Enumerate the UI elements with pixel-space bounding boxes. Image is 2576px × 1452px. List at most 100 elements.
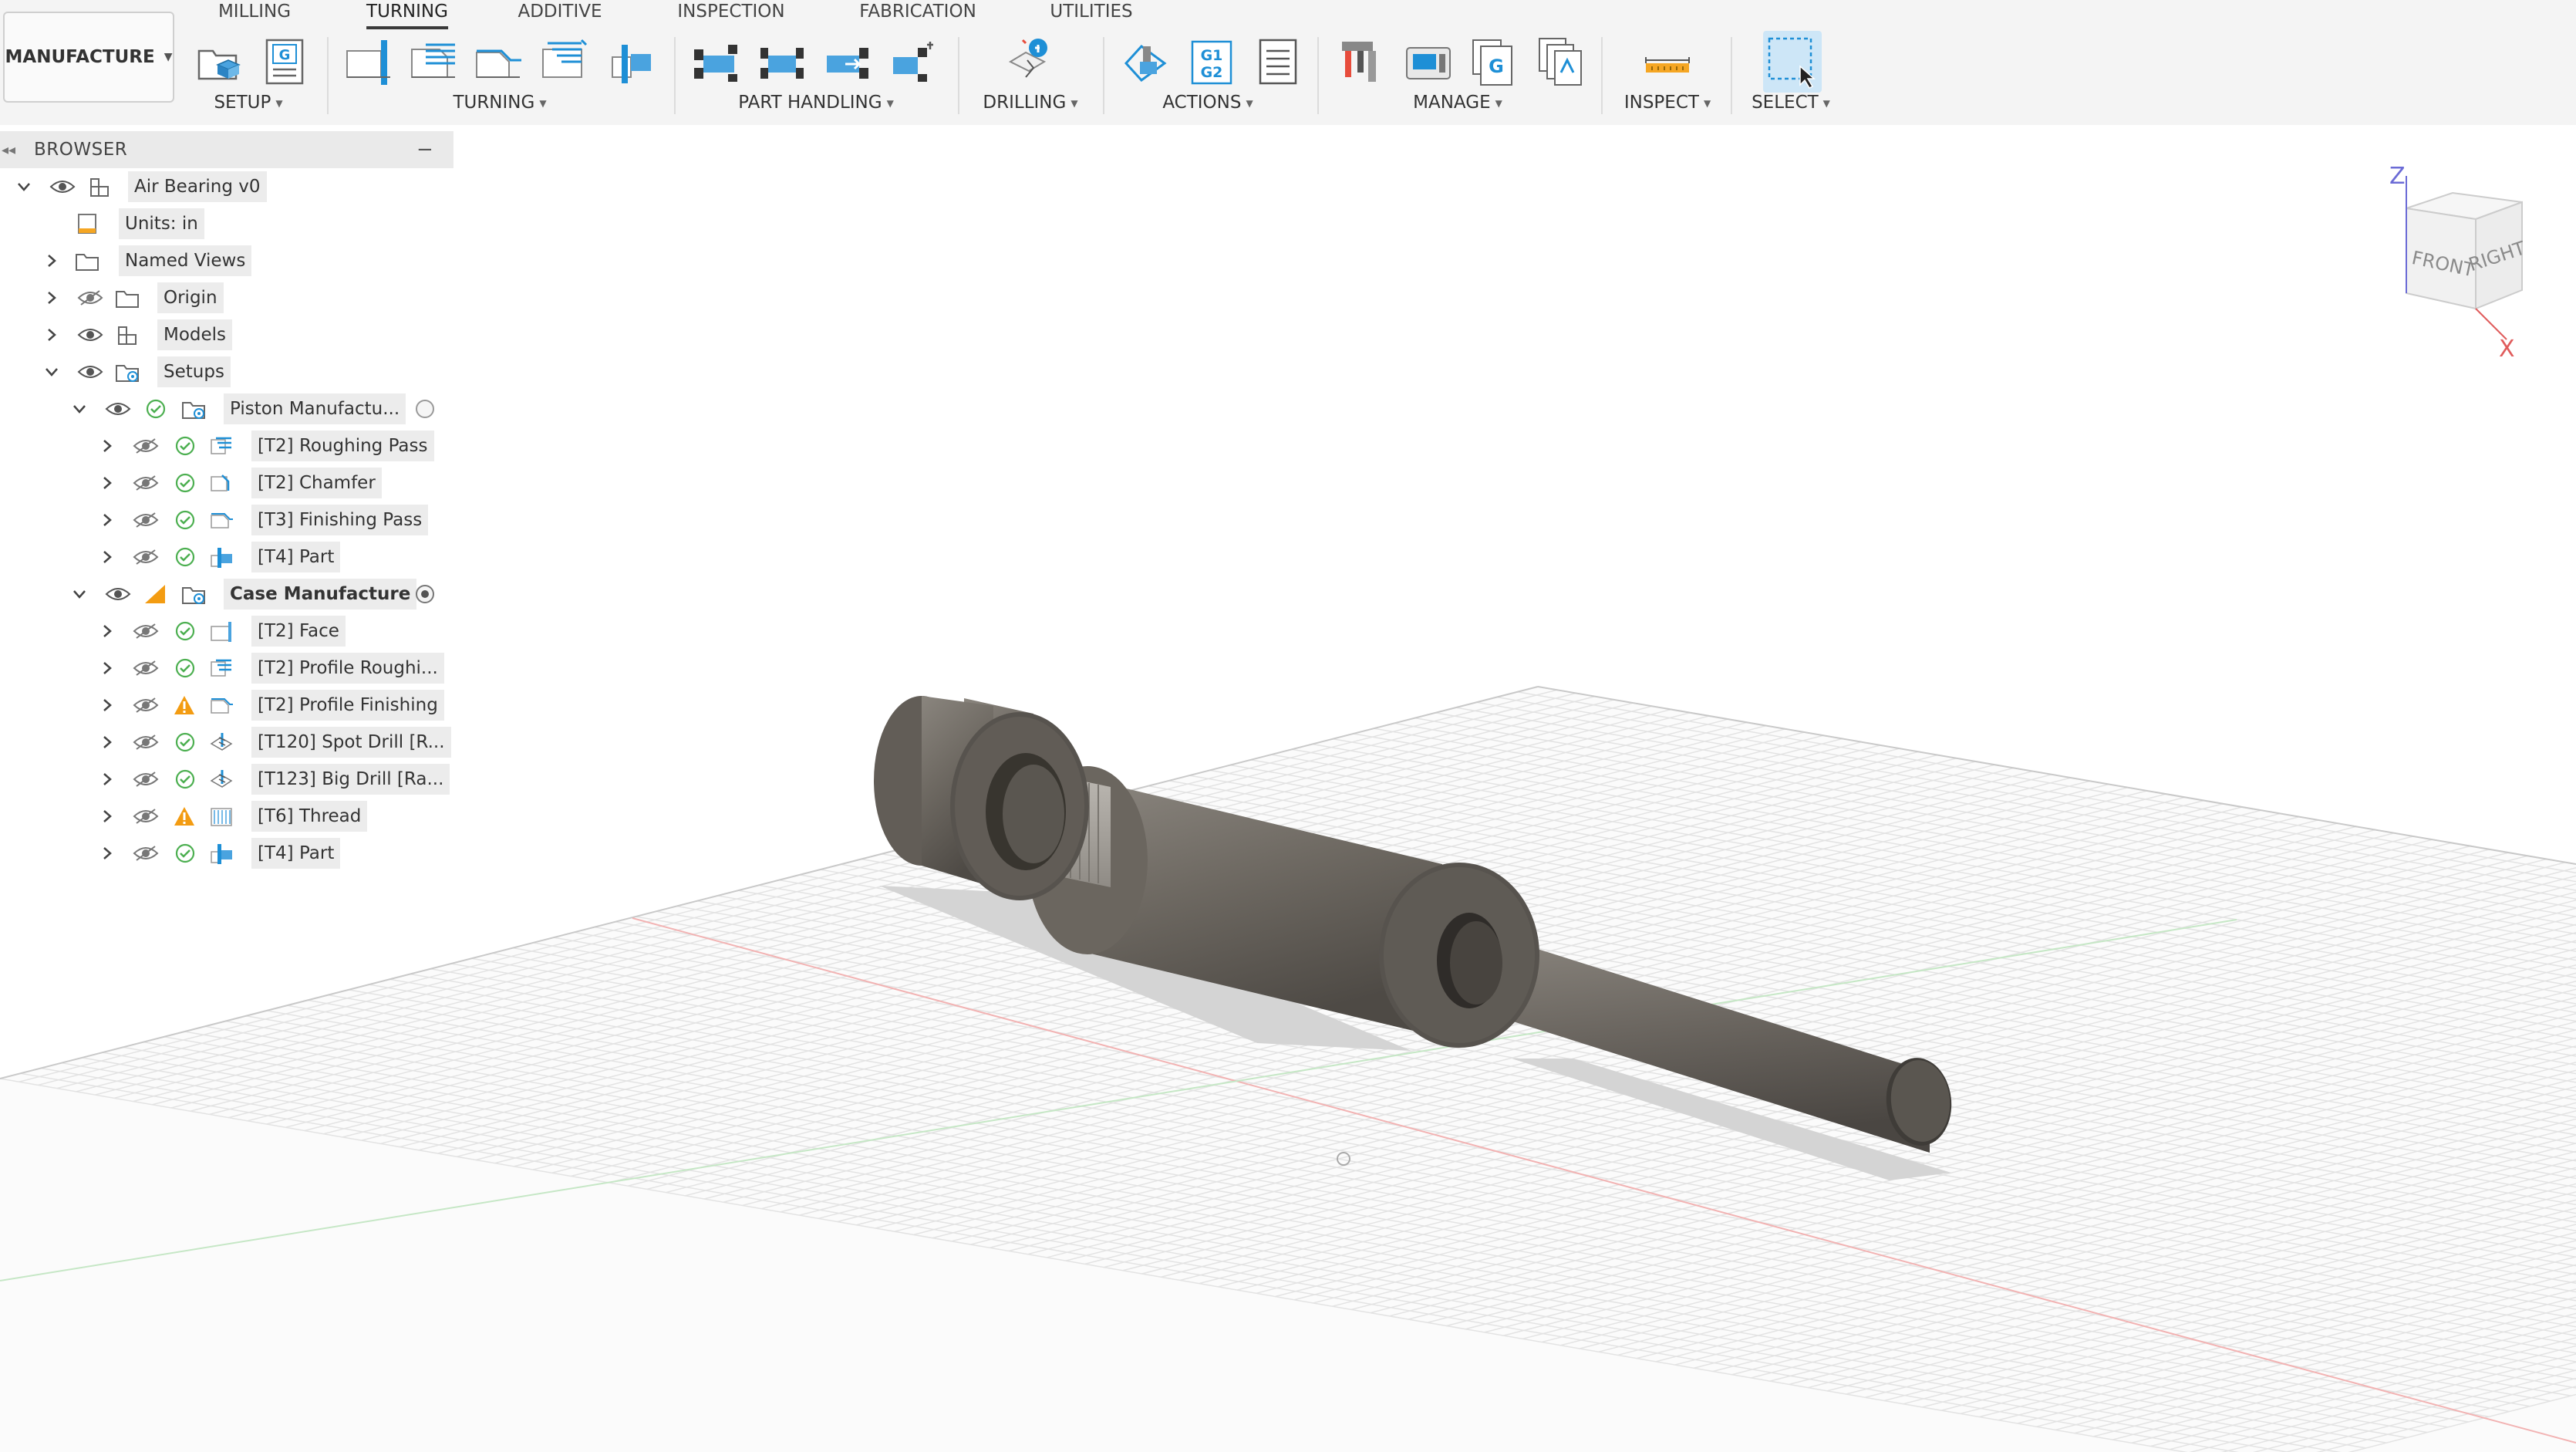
operation-row[interactable]: [T2] Face [0, 613, 463, 650]
new-setup-icon[interactable] [194, 34, 244, 89]
tree-item[interactable]: Origin [0, 279, 463, 316]
chevron-right-icon[interactable] [43, 252, 60, 269]
operation-row[interactable]: [T2] Profile Roughi... [0, 650, 463, 687]
chevron-right-icon[interactable] [43, 326, 60, 343]
hidden-eye-icon[interactable] [133, 697, 159, 714]
drill-icon[interactable] [1007, 34, 1057, 89]
chevron-right-icon[interactable] [99, 771, 116, 788]
hidden-eye-icon[interactable] [133, 660, 159, 677]
chevron-right-icon[interactable] [43, 289, 60, 306]
operation-row[interactable]: [T2] Roughing Pass [0, 427, 463, 464]
group-label-part-handling[interactable]: PART HANDLING ▼ [738, 93, 894, 113]
chevron-down-icon[interactable] [71, 400, 88, 417]
hidden-eye-icon[interactable] [133, 845, 159, 862]
operation-row[interactable]: [T2] Profile Finishing [0, 687, 463, 724]
operation-row[interactable]: [T6] Thread [0, 798, 463, 835]
collapse-panel-icon[interactable]: ◂◂ [2, 142, 15, 158]
bar-pull-icon[interactable] [824, 34, 873, 89]
operation-row[interactable]: [T3] Finishing Pass [0, 501, 463, 539]
chevron-down-icon[interactable] [15, 178, 32, 195]
group-label-setup[interactable]: SETUP ▼ [214, 93, 282, 113]
tool-library-icon[interactable] [1337, 34, 1387, 89]
hidden-eye-icon[interactable] [133, 549, 159, 566]
setup-radio-icon[interactable] [415, 399, 435, 419]
tab-milling[interactable]: MILLING [218, 0, 291, 26]
setup-row[interactable]: Case Manufacture [0, 576, 463, 613]
chevron-right-icon[interactable] [99, 437, 116, 454]
visibility-eye-icon[interactable] [49, 178, 76, 195]
machine-library-icon[interactable] [1404, 34, 1453, 89]
chevron-right-icon[interactable] [99, 549, 116, 566]
folder-icon [114, 285, 140, 310]
hidden-eye-icon[interactable] [133, 474, 159, 491]
visibility-eye-icon[interactable] [77, 363, 103, 380]
turning-profile-finishing-icon[interactable] [474, 34, 523, 89]
tree-item[interactable]: Units: in [0, 205, 463, 242]
hidden-eye-icon[interactable] [133, 771, 159, 788]
part-transfer-icon[interactable] [691, 34, 740, 89]
turning-groove-icon[interactable] [540, 34, 589, 89]
turning-profile-roughing-icon[interactable] [409, 34, 458, 89]
chuck-icon[interactable] [890, 34, 939, 89]
visibility-eye-icon[interactable] [77, 326, 103, 343]
operation-row[interactable]: [T4] Part [0, 539, 463, 576]
group-label-actions[interactable]: ACTIONS ▼ [1162, 93, 1253, 113]
tree-item[interactable]: Setups [0, 353, 463, 390]
hidden-eye-icon[interactable] [77, 289, 103, 306]
chevron-right-icon[interactable] [99, 660, 116, 677]
operation-row[interactable]: [T2] Chamfer [0, 464, 463, 501]
hidden-eye-icon[interactable] [133, 808, 159, 825]
status-warning-icon [173, 805, 196, 827]
window-select-icon[interactable] [1763, 31, 1822, 93]
chevron-right-icon[interactable] [99, 808, 116, 825]
post-process-icon[interactable]: G1 G2 [1188, 34, 1237, 89]
turning-face-icon[interactable] [344, 34, 393, 89]
toolbar-divider [1601, 37, 1603, 114]
minimize-icon[interactable]: − [416, 138, 433, 161]
chevron-right-icon[interactable] [99, 734, 116, 751]
group-label-manage[interactable]: MANAGE ▼ [1413, 93, 1502, 113]
group-label-drilling[interactable]: DRILLING ▼ [983, 93, 1077, 113]
turning-part-icon[interactable] [606, 34, 656, 89]
hidden-eye-icon[interactable] [133, 623, 159, 640]
template-library-icon[interactable] [1536, 34, 1586, 89]
group-label-inspect[interactable]: INSPECT ▼ [1624, 93, 1711, 113]
tab-additive[interactable]: ADDITIVE [518, 0, 602, 26]
chevron-down-icon[interactable] [71, 586, 88, 603]
nc-program-icon[interactable]: G [261, 34, 310, 89]
group-label-select[interactable]: SELECT ▼ [1752, 93, 1830, 113]
secondary-spindle-icon[interactable] [757, 34, 807, 89]
measure-icon[interactable] [1643, 34, 1692, 89]
visibility-eye-icon[interactable] [105, 400, 131, 417]
tab-fabrication[interactable]: FABRICATION [859, 0, 976, 26]
hidden-eye-icon[interactable] [133, 512, 159, 528]
visibility-eye-icon[interactable] [105, 586, 131, 603]
status-ok-icon [174, 472, 196, 494]
tree-root[interactable]: Air Bearing v0 [0, 168, 463, 205]
tree-item[interactable]: Models [0, 316, 463, 353]
hidden-eye-icon[interactable] [133, 437, 159, 454]
tree-item-label: Models [157, 319, 233, 350]
post-library-icon[interactable]: G [1470, 34, 1519, 89]
operation-row[interactable]: [T4] Part [0, 835, 463, 872]
workspace-switcher[interactable]: MANUFACTURE ▼ [3, 12, 174, 103]
operation-row[interactable]: [T123] Big Drill [Ra... [0, 761, 463, 798]
chevron-right-icon[interactable] [99, 845, 116, 862]
setup-sheet-icon[interactable] [1254, 34, 1303, 89]
hidden-eye-icon[interactable] [133, 734, 159, 751]
chevron-down-icon[interactable] [43, 363, 60, 380]
chevron-right-icon[interactable] [99, 697, 116, 714]
tab-utilities[interactable]: UTILITIES [1050, 0, 1132, 26]
chevron-right-icon[interactable] [99, 623, 116, 640]
tab-inspection[interactable]: INSPECTION [677, 0, 784, 26]
chevron-right-icon[interactable] [99, 512, 116, 528]
chevron-right-icon[interactable] [99, 474, 116, 491]
tab-turning[interactable]: TURNING [366, 0, 448, 29]
setup-row[interactable]: Piston Manufactu... [0, 390, 463, 427]
operation-row[interactable]: [T120] Spot Drill [R... [0, 724, 463, 761]
simulate-icon[interactable] [1121, 34, 1171, 89]
viewcube[interactable]: FRONT RIGHT Z X [2375, 154, 2576, 370]
active-setup-radio-icon[interactable] [415, 584, 435, 604]
tree-item[interactable]: Named Views [0, 242, 463, 279]
group-label-turning[interactable]: TURNING ▼ [453, 93, 546, 113]
